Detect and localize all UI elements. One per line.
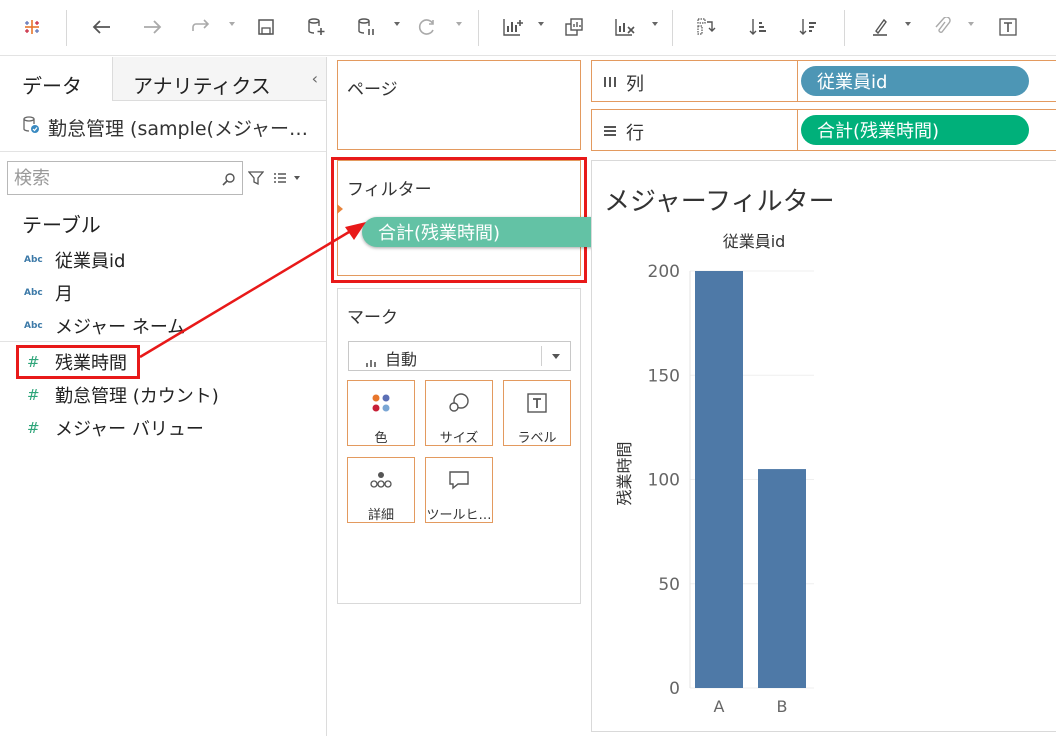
tooltip-label: ツールヒ…: [426, 508, 492, 523]
field-name: 従業員id: [55, 251, 126, 272]
label-icon[interactable]: [996, 14, 1020, 40]
size-label: サイズ: [439, 431, 479, 446]
color-button[interactable]: 色: [347, 380, 415, 446]
measure-type-icon: #: [27, 386, 40, 404]
columns-icon: [602, 74, 618, 93]
divider: [797, 61, 798, 101]
field-name: 月: [55, 284, 73, 305]
chevron-down-icon[interactable]: [552, 354, 560, 359]
y-tick-label: 100: [648, 471, 680, 491]
color-label: 色: [374, 431, 388, 446]
highlight-icon[interactable]: [868, 14, 892, 40]
measure-type-icon: #: [27, 419, 40, 437]
y-axis-label: 残業時間: [615, 441, 634, 505]
divider: [541, 346, 542, 366]
divider: [0, 341, 326, 342]
section-title-tables: テーブル: [22, 213, 101, 237]
pages-title: ページ: [347, 80, 398, 100]
size-button[interactable]: サイズ: [425, 380, 493, 446]
filter-icon[interactable]: [247, 170, 265, 190]
rows-shelf[interactable]: 行 合計(残業時間): [591, 109, 1056, 151]
bar-chart-icon: [365, 352, 377, 371]
tab-data-label: データ: [22, 74, 82, 98]
marks-card: マーク 自動 色 サイズ ラベル 詳細 ツールヒ…: [337, 288, 581, 604]
field-month[interactable]: Abc 月: [0, 277, 326, 309]
view-options-icon[interactable]: [272, 170, 302, 190]
bar-chart: 従業員id 0 50 100 150 200 残業時間 A B: [615, 232, 814, 716]
tab-analytics[interactable]: アナリティクス ‹: [112, 57, 326, 101]
field-employee-id[interactable]: Abc 従業員id: [0, 244, 326, 276]
tooltip-icon: [426, 468, 492, 492]
column-header: 従業員id: [723, 232, 786, 251]
divider: [0, 151, 326, 152]
y-tick-label: 50: [658, 575, 680, 595]
tab-analytics-label: アナリティクス: [133, 74, 271, 98]
bar-b: [758, 469, 806, 688]
y-tick-label: 0: [669, 679, 680, 699]
field-attendance-count[interactable]: # 勤怠管理 (カウント): [0, 379, 326, 411]
search-icon[interactable]: [222, 171, 236, 190]
collapse-icon[interactable]: ‹: [312, 69, 318, 88]
mark-type-value: 自動: [385, 350, 418, 369]
undo-icon[interactable]: [90, 14, 114, 40]
field-name: メジャー ネーム: [55, 317, 186, 338]
columns-shelf[interactable]: 列 従業員id: [591, 60, 1056, 102]
detail-icon: [348, 468, 414, 492]
detail-label: 詳細: [367, 508, 394, 523]
tooltip-button[interactable]: ツールヒ…: [425, 457, 493, 523]
field-name: メジャー バリュー: [55, 419, 204, 440]
data-pane-tabs: データ アナリティクス ‹: [0, 57, 326, 101]
rows-label: 行: [626, 123, 644, 144]
field-measure-names[interactable]: Abc メジャー ネーム: [0, 310, 326, 342]
group-icon[interactable]: [930, 14, 954, 40]
field-measure-values[interactable]: # メジャー バリュー: [0, 412, 326, 444]
rows-icon: [602, 123, 618, 142]
search-input[interactable]: [14, 166, 214, 190]
mark-type-dropdown[interactable]: 自動: [348, 341, 571, 371]
pages-shelf[interactable]: ページ: [337, 60, 581, 150]
columns-label: 列: [626, 74, 644, 95]
dimension-type-icon: Abc: [24, 321, 43, 331]
duplicate-icon[interactable]: [562, 14, 586, 40]
new-datasource-icon[interactable]: [304, 14, 328, 40]
label-button[interactable]: ラベル: [503, 380, 571, 446]
label-label: ラベル: [517, 431, 557, 446]
dimension-type-icon: Abc: [24, 255, 43, 265]
divider: [797, 110, 798, 150]
swap-icon[interactable]: [694, 14, 718, 40]
dimension-type-icon: Abc: [24, 288, 43, 298]
x-tick-label: A: [714, 697, 725, 716]
marks-title: マーク: [347, 308, 398, 328]
viz-area: メジャーフィルター 従業員id 0 50 100 150 200 残業時間 A B: [591, 160, 1056, 732]
y-tick-label: 150: [648, 366, 680, 386]
pause-icon[interactable]: [354, 14, 378, 40]
color-icon: [348, 391, 414, 415]
tableau-logo-icon[interactable]: [20, 14, 44, 40]
data-pane: データ アナリティクス ‹ 勤怠管理 (sample(メジャー… テーブル Ab…: [0, 57, 327, 736]
datasource-icon: [22, 115, 40, 139]
new-worksheet-icon[interactable]: [500, 14, 526, 40]
sort-descending-icon[interactable]: [796, 14, 820, 40]
toolbar: [0, 0, 1056, 56]
datasource-name: 勤怠管理 (sample(メジャー…: [48, 117, 308, 140]
refresh-icon[interactable]: [414, 14, 440, 40]
annotation-highlight-field: [16, 345, 140, 379]
sort-ascending-icon[interactable]: [746, 14, 770, 40]
rows-pill[interactable]: 合計(残業時間): [801, 115, 1029, 145]
bar-a: [695, 271, 743, 688]
save-icon[interactable]: [254, 14, 278, 40]
search-box[interactable]: [7, 161, 243, 195]
tab-data[interactable]: データ: [0, 57, 112, 101]
clear-icon[interactable]: [612, 14, 638, 40]
y-tick-label: 200: [648, 262, 680, 282]
x-tick-label: B: [777, 697, 788, 716]
columns-pill[interactable]: 従業員id: [801, 66, 1029, 96]
text-label-icon: [504, 391, 570, 415]
size-icon: [426, 391, 492, 415]
field-name: 勤怠管理 (カウント): [55, 386, 219, 407]
redo-icon[interactable]: [140, 14, 164, 40]
detail-button[interactable]: 詳細: [347, 457, 415, 523]
replay-icon[interactable]: [188, 14, 214, 40]
datasource[interactable]: 勤怠管理 (sample(メジャー…: [22, 113, 308, 141]
